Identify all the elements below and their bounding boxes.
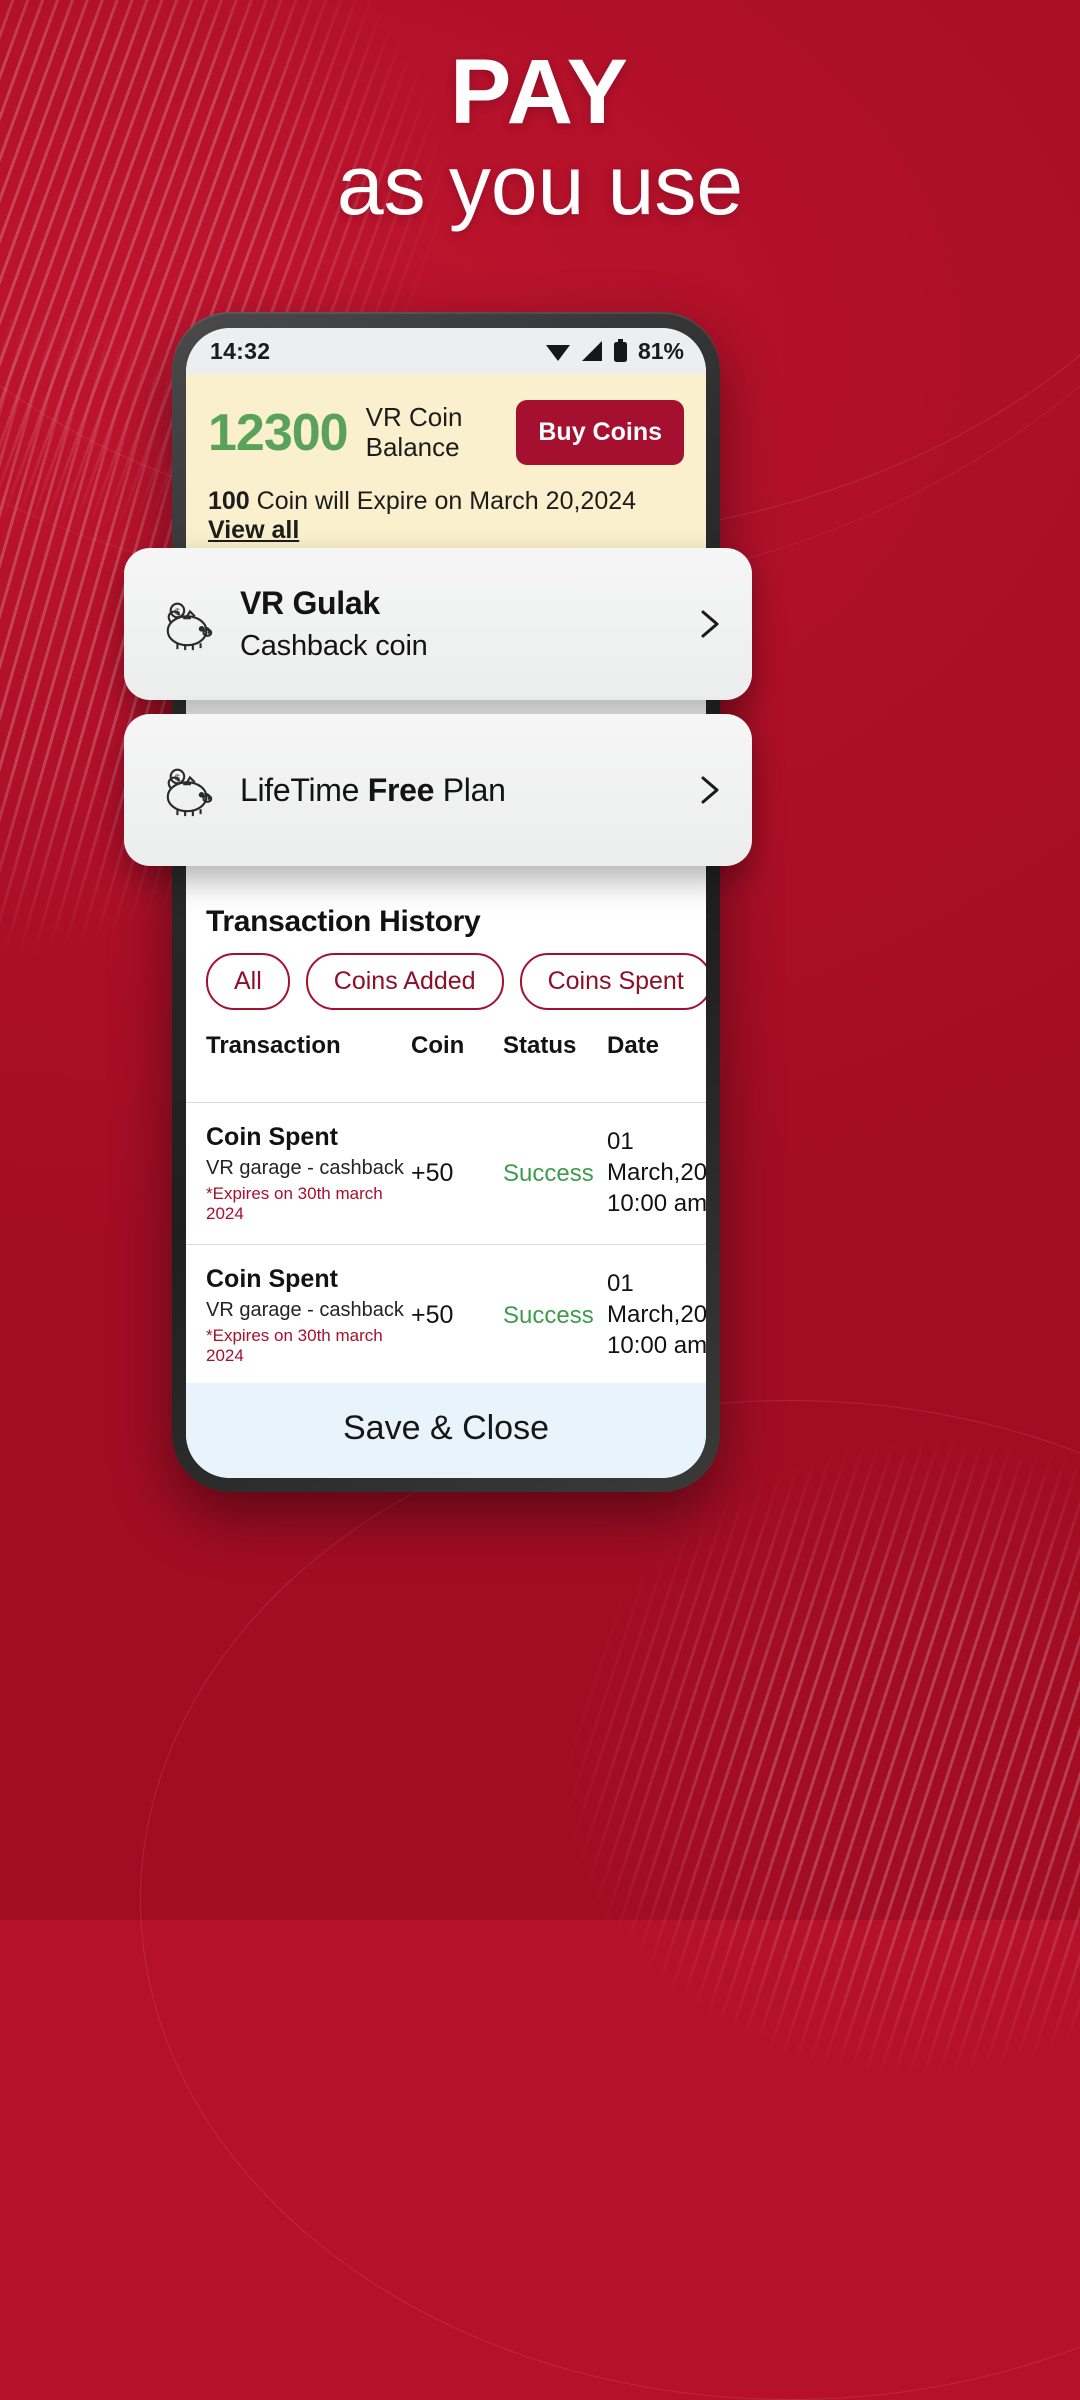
- row-subtitle: VR garage - cashback: [206, 1299, 404, 1321]
- phone-screen: 14:32 81% 12300 VR Coin Balance Buy Coin…: [186, 328, 706, 1478]
- coin-expiry-text: Coin will Expire on March 20,2024: [256, 487, 637, 515]
- coin-expiry-notice: 100 Coin will Expire on March 20,2024 Vi…: [208, 487, 684, 545]
- coin-balance-label: VR Coin Balance: [365, 401, 463, 463]
- feature-card-title: LifeTime Free Plan: [240, 772, 692, 809]
- row-date-line2: 10:00 am: [607, 1331, 706, 1359]
- promo-headline: PAY as you use: [0, 41, 1080, 235]
- feature-card-title-bold: Free: [367, 771, 435, 808]
- transaction-rows: Coin Spent VR garage - cashback *Expires…: [186, 1103, 706, 1383]
- feature-card-title-prefix: LifeTime: [240, 771, 368, 808]
- row-expiry-note: *Expires on 30th march 2024: [206, 1184, 383, 1223]
- row-date-line1: 01 March,2024: [607, 1128, 706, 1187]
- chevron-right-icon[interactable]: [692, 773, 726, 807]
- row-subtitle: VR garage - cashback: [206, 1157, 404, 1179]
- row-title: Coin Spent: [206, 1265, 338, 1293]
- feature-card-vr-gulak[interactable]: $ VR Gulak Cashback coin: [124, 548, 752, 700]
- column-header-coin: Coin: [411, 1032, 465, 1059]
- feature-card-text: VR Gulak Cashback coin: [240, 585, 692, 663]
- row-date-line2: 10:00 am: [607, 1189, 706, 1217]
- coin-balance-label-line2: Balance: [365, 431, 460, 462]
- row-status-cell: Success: [503, 1159, 594, 1187]
- phone-mockup: 14:32 81% 12300 VR Coin Balance Buy Coin…: [172, 312, 720, 1492]
- chevron-right-icon[interactable]: [692, 607, 726, 641]
- row-title: Coin Spent: [206, 1123, 338, 1151]
- status-bar-icons: 81%: [545, 338, 684, 365]
- svg-text:$: $: [175, 606, 180, 616]
- transaction-filter-chips: All Coins Added Coins Spent Coins Refund…: [186, 953, 706, 1010]
- coin-balance-amount: 12300: [208, 403, 349, 462]
- coin-balance-card: 12300 VR Coin Balance Buy Coins 100 Coin…: [186, 374, 706, 567]
- battery-percent-label: 81%: [637, 337, 684, 364]
- promo-headline-line1: PAY: [450, 41, 630, 143]
- row-transaction-cell: Coin Spent VR garage - cashback *Expires…: [206, 1123, 411, 1224]
- row-coin-cell: +50: [411, 1301, 454, 1329]
- transaction-table-header: Transaction Coin Status Date Action (Inv…: [186, 1010, 706, 1103]
- status-bar-clock: 14:32: [210, 337, 271, 364]
- row-expiry-note: *Expires on 30th march 2024: [206, 1326, 383, 1365]
- column-header-date: Date: [607, 1032, 660, 1059]
- feature-card-text: LifeTime Free Plan: [240, 772, 692, 809]
- save-and-close-button[interactable]: Save & Close: [186, 1383, 706, 1478]
- row-status-cell: Success: [503, 1301, 594, 1329]
- feature-card-subtitle: Cashback coin: [240, 630, 428, 662]
- row-date-cell: 01 March,2024 10:00 am: [607, 1127, 706, 1219]
- filter-chip-coins-spent[interactable]: Coins Spent: [519, 953, 706, 1010]
- svg-text:$: $: [175, 772, 180, 782]
- buy-coins-button[interactable]: Buy Coins: [516, 400, 684, 465]
- transaction-history-section: Transaction History All Coins Added Coin…: [186, 889, 706, 1383]
- feature-card-lifetime-free-plan[interactable]: $ LifeTime Free Plan: [124, 714, 752, 866]
- table-row[interactable]: Coin Spent VR garage - cashback *Expires…: [186, 1103, 706, 1245]
- column-header-status: Status: [503, 1032, 577, 1059]
- row-date-line1: 01 March,2024: [607, 1270, 706, 1329]
- piggy-bank-icon: $: [158, 762, 220, 818]
- wifi-icon: [545, 340, 571, 362]
- battery-icon: [613, 339, 628, 363]
- feature-card-title: VR Gulak: [240, 585, 380, 621]
- column-header-transaction: Transaction: [206, 1032, 341, 1059]
- row-coin-cell: +50: [411, 1159, 454, 1187]
- coin-expiry-amount: 100: [208, 487, 250, 515]
- signal-icon: [580, 340, 604, 362]
- filter-chip-all[interactable]: All: [206, 953, 290, 1010]
- coin-balance-label-line1: VR Coin: [365, 401, 463, 432]
- decorative-arc-3: [140, 1400, 1080, 2400]
- transaction-history-title: Transaction History: [206, 905, 481, 938]
- status-bar: 14:32 81%: [186, 328, 706, 374]
- table-row[interactable]: Coin Spent VR garage - cashback *Expires…: [186, 1245, 706, 1383]
- view-all-link[interactable]: View all: [208, 516, 299, 544]
- promo-headline-line2: as you use: [336, 137, 744, 232]
- piggy-bank-icon: $: [158, 596, 220, 652]
- filter-chip-coins-added[interactable]: Coins Added: [305, 953, 504, 1010]
- feature-card-title-suffix: Plan: [434, 771, 506, 808]
- row-date-cell: 01 March,2024 10:00 am: [607, 1269, 706, 1361]
- row-transaction-cell: Coin Spent VR garage - cashback *Expires…: [206, 1265, 411, 1366]
- coin-balance-row: 12300 VR Coin Balance Buy Coins: [208, 400, 684, 465]
